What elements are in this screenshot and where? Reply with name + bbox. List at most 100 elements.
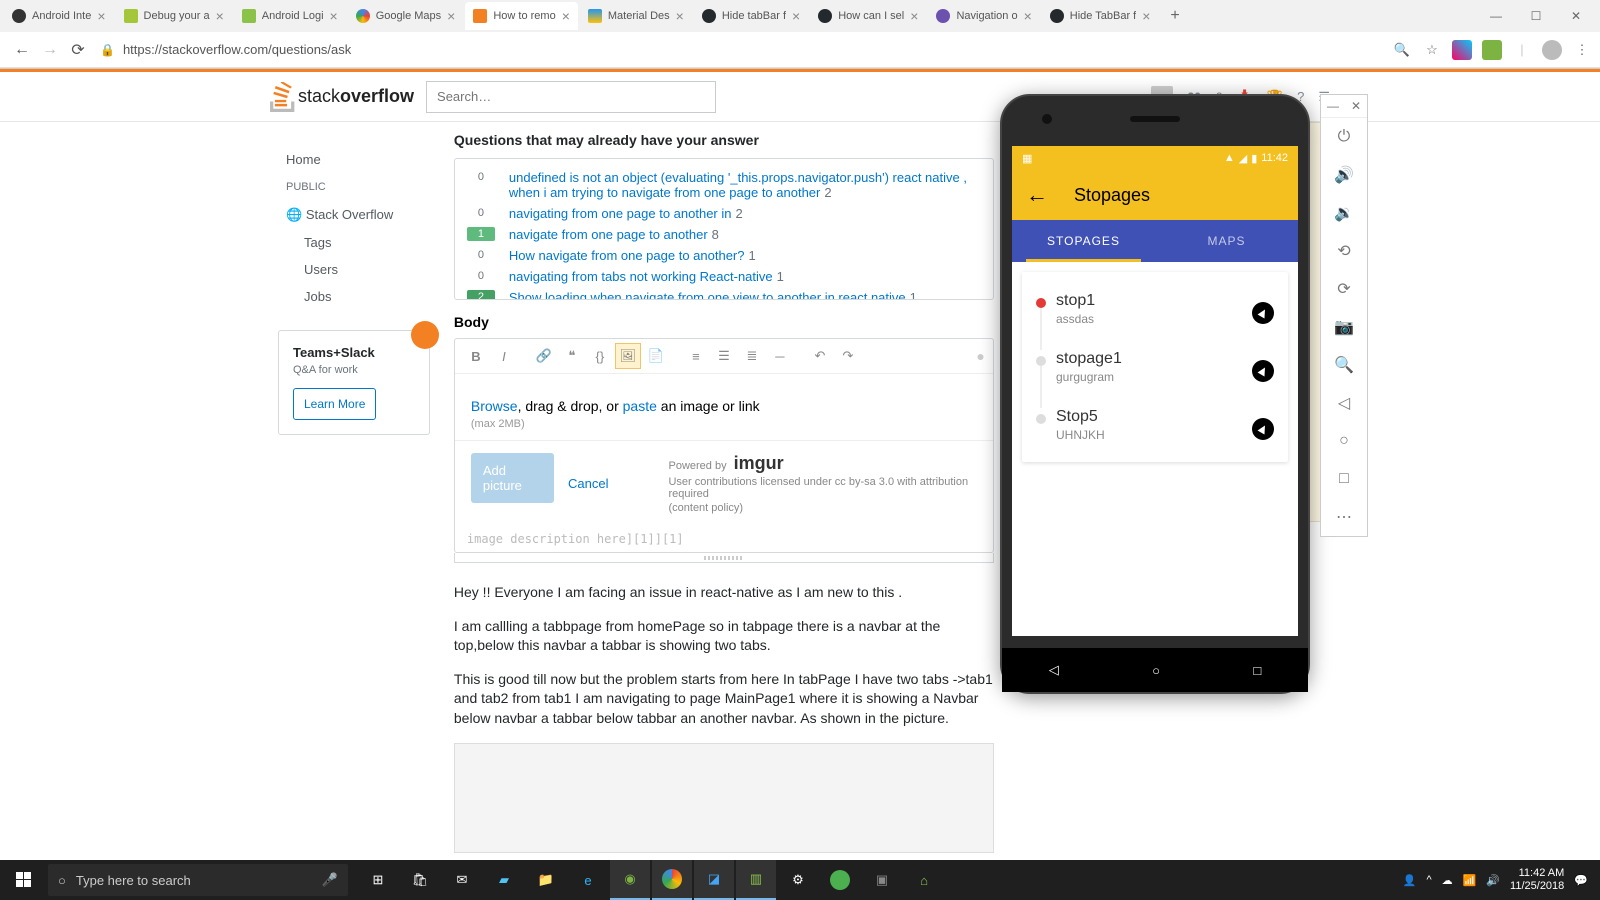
taskbar-app[interactable]: ⚙ bbox=[778, 860, 818, 900]
taskbar-app[interactable]: 📁 bbox=[526, 860, 566, 900]
browser-tab-active[interactable]: How to remo× bbox=[465, 2, 578, 30]
menu-icon[interactable]: ⋮ bbox=[1572, 40, 1592, 60]
tab-stopages[interactable]: STOPAGES bbox=[1012, 220, 1155, 262]
image-button[interactable]: 🖼 bbox=[615, 343, 641, 369]
minimize-button[interactable]: — bbox=[1476, 9, 1516, 23]
emulator-screen[interactable]: ▦ ▲◢▮11:42 ← Stopages STOPAGES MAPS stop… bbox=[1012, 146, 1298, 636]
browser-tab[interactable]: Hide tabBar f× bbox=[694, 2, 808, 30]
compass-icon[interactable] bbox=[1252, 418, 1274, 440]
rotate-left-button[interactable]: ⟲ bbox=[1321, 232, 1367, 270]
browser-tab[interactable]: Material Des× bbox=[580, 2, 692, 30]
back-button[interactable]: ◁ bbox=[1321, 384, 1367, 422]
stop-row[interactable]: stopage1gurgugram bbox=[1022, 338, 1288, 396]
browser-tab[interactable]: Android Logi× bbox=[234, 2, 346, 30]
browse-link[interactable]: Browse bbox=[471, 398, 518, 414]
heading-button[interactable]: ≣ bbox=[739, 343, 765, 369]
start-button[interactable] bbox=[4, 860, 44, 900]
stop-row[interactable]: stop1assdas bbox=[1022, 280, 1288, 338]
zoom-button[interactable]: 🔍 bbox=[1321, 346, 1367, 384]
paste-link[interactable]: paste bbox=[623, 398, 657, 414]
cancel-link[interactable]: Cancel bbox=[568, 476, 608, 491]
taskbar-app[interactable]: ◪ bbox=[694, 860, 734, 900]
home-button[interactable]: ○ bbox=[1321, 422, 1367, 460]
suggestion-link[interactable]: navigating from tabs not working React-n… bbox=[509, 269, 773, 284]
image-drop-area[interactable]: Browse, drag & drop, or paste an image o… bbox=[455, 374, 993, 440]
sidebar-item-tags[interactable]: Tags bbox=[278, 229, 430, 256]
volume-tray-icon[interactable]: 🔊 bbox=[1486, 874, 1500, 887]
extension-icon[interactable] bbox=[1482, 40, 1502, 60]
taskbar-app[interactable]: ▥ bbox=[736, 860, 776, 900]
suggestion-row[interactable]: 0undefined is not an object (evaluating … bbox=[455, 167, 993, 203]
bookmark-icon[interactable]: ☆ bbox=[1422, 40, 1442, 60]
browser-tab[interactable]: Navigation o× bbox=[928, 2, 1039, 30]
wifi-tray-icon[interactable]: 📶 bbox=[1463, 874, 1477, 887]
emulator-minimize-button[interactable]: — bbox=[1327, 99, 1339, 113]
back-button[interactable]: ← bbox=[8, 41, 36, 59]
browser-tab[interactable]: Hide TabBar f× bbox=[1042, 2, 1159, 30]
android-recents-button[interactable]: □ bbox=[1253, 663, 1261, 678]
rotate-right-button[interactable]: ⟳ bbox=[1321, 270, 1367, 308]
stackoverflow-logo[interactable]: stackoverflow bbox=[270, 82, 414, 112]
editor-resize-grip[interactable] bbox=[454, 553, 994, 563]
stops-list[interactable]: stop1assdasstopage1gurgugramStop5UHNJKH bbox=[1022, 272, 1288, 462]
volume-down-button[interactable]: 🔉 bbox=[1321, 194, 1367, 232]
sidebar-item-jobs[interactable]: Jobs bbox=[278, 283, 430, 310]
android-home-button[interactable]: ○ bbox=[1152, 663, 1160, 678]
browser-tab[interactable]: Android Inte× bbox=[4, 2, 114, 30]
add-picture-button[interactable]: Add picture bbox=[471, 453, 554, 503]
close-icon[interactable]: × bbox=[792, 8, 800, 24]
compass-icon[interactable] bbox=[1252, 302, 1274, 324]
hr-button[interactable]: ─ bbox=[767, 343, 793, 369]
taskbar-app[interactable]: ◉ bbox=[610, 860, 650, 900]
close-icon[interactable]: × bbox=[97, 8, 105, 24]
screenshot-button[interactable]: 📷 bbox=[1321, 308, 1367, 346]
zoom-icon[interactable]: 🔍 bbox=[1392, 40, 1412, 60]
code-button[interactable]: {} bbox=[587, 343, 613, 369]
suggestion-link[interactable]: navigate from one page to another bbox=[509, 227, 708, 242]
sidebar-item-stackoverflow[interactable]: 🌐 Stack Overflow bbox=[278, 201, 430, 229]
search-input[interactable] bbox=[426, 81, 716, 113]
suggestion-row[interactable]: 2Show loading when navigate from one vie… bbox=[455, 287, 993, 299]
close-icon[interactable]: × bbox=[562, 8, 570, 24]
browser-tab[interactable]: How can I sel× bbox=[810, 2, 926, 30]
taskbar-search[interactable]: ○ Type here to search 🎤 bbox=[48, 864, 348, 896]
taskbar-app[interactable]: ▰ bbox=[484, 860, 524, 900]
snippet-button[interactable]: 📄 bbox=[643, 343, 669, 369]
sidebar-item-home[interactable]: Home bbox=[278, 146, 430, 173]
suggestion-link[interactable]: navigating from one page to another in bbox=[509, 206, 732, 221]
olist-button[interactable]: ≡ bbox=[683, 343, 709, 369]
close-icon[interactable]: × bbox=[447, 8, 455, 24]
link-button[interactable]: 🔗 bbox=[531, 343, 557, 369]
forward-button[interactable]: → bbox=[36, 41, 64, 59]
editor-help-icon[interactable]: ● bbox=[976, 348, 984, 364]
browser-tab[interactable]: Debug your a× bbox=[116, 2, 232, 30]
tab-maps[interactable]: MAPS bbox=[1155, 220, 1298, 262]
emulator-close-button[interactable]: ✕ bbox=[1351, 99, 1361, 113]
notifications-icon[interactable]: 💬 bbox=[1574, 874, 1588, 887]
sidebar-item-users[interactable]: Users bbox=[278, 256, 430, 283]
close-icon[interactable]: × bbox=[330, 8, 338, 24]
bold-button[interactable]: B bbox=[463, 343, 489, 369]
suggestion-link[interactable]: undefined is not an object (evaluating '… bbox=[509, 170, 967, 200]
learn-more-button[interactable]: Learn More bbox=[293, 388, 376, 420]
suggestion-row[interactable]: 0navigating from tabs not working React-… bbox=[455, 266, 993, 287]
suggestions-list[interactable]: 0undefined is not an object (evaluating … bbox=[455, 159, 993, 299]
stop-row[interactable]: Stop5UHNJKH bbox=[1022, 396, 1288, 454]
volume-up-button[interactable]: 🔊 bbox=[1321, 156, 1367, 194]
italic-button[interactable]: I bbox=[491, 343, 517, 369]
suggestion-row[interactable]: 0navigating from one page to another in2 bbox=[455, 203, 993, 224]
extension-icon[interactable] bbox=[1452, 40, 1472, 60]
taskbar-app[interactable] bbox=[652, 860, 692, 900]
profile-avatar[interactable] bbox=[1542, 40, 1562, 60]
close-icon[interactable]: × bbox=[1142, 8, 1150, 24]
back-arrow-icon[interactable]: ← bbox=[1026, 182, 1048, 208]
suggestion-row[interactable]: 1navigate from one page to another8 bbox=[455, 224, 993, 245]
compass-icon[interactable] bbox=[1252, 360, 1274, 382]
taskbar-app[interactable]: 🛍 bbox=[400, 860, 440, 900]
close-icon[interactable]: × bbox=[910, 8, 918, 24]
ulist-button[interactable]: ☰ bbox=[711, 343, 737, 369]
taskbar-app[interactable]: ▣ bbox=[862, 860, 902, 900]
onedrive-icon[interactable]: ☁ bbox=[1442, 874, 1453, 887]
task-view-button[interactable]: ⊞ bbox=[358, 860, 398, 900]
power-button[interactable]: ⏻ bbox=[1321, 118, 1367, 156]
